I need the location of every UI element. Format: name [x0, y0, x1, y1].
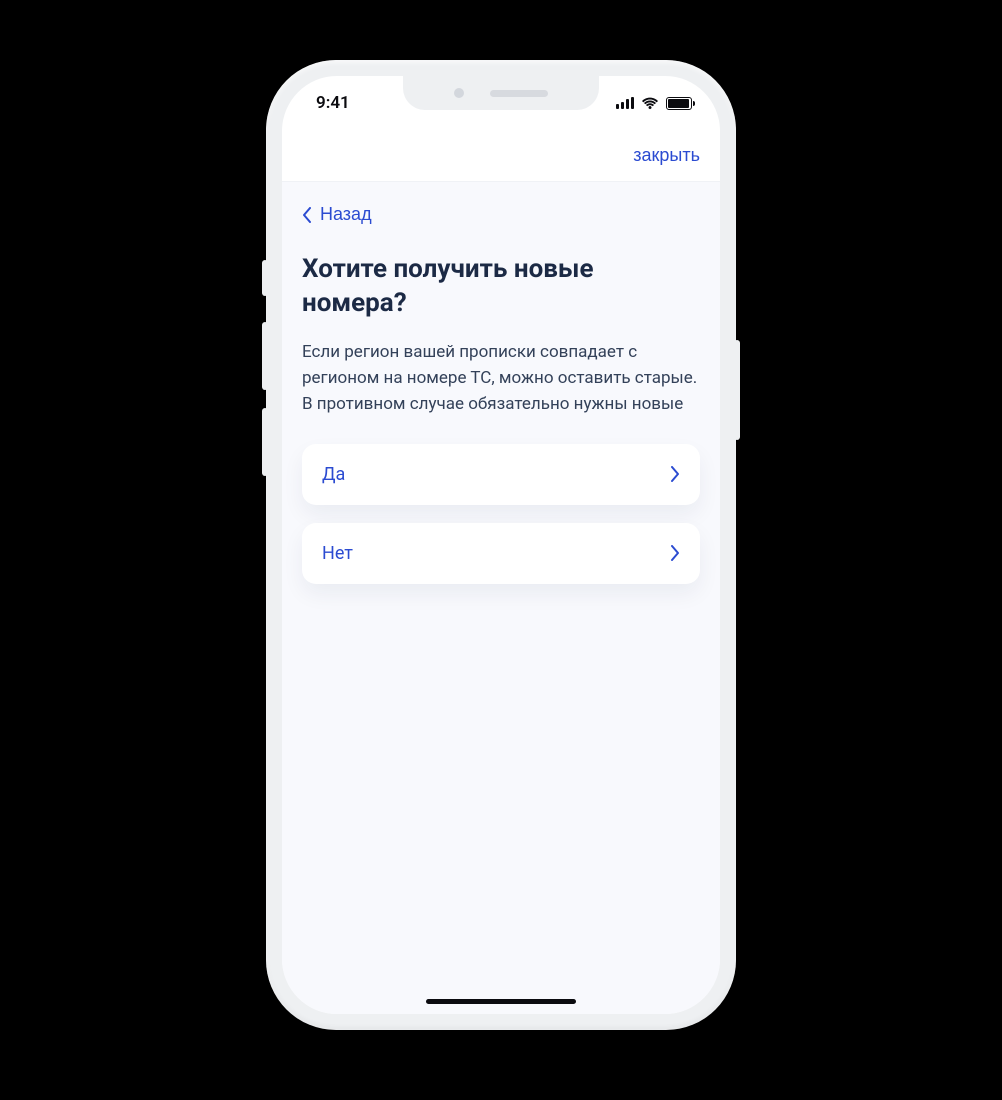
power-button — [734, 340, 740, 440]
status-time: 9:41 — [316, 93, 350, 113]
back-label: Назад — [320, 204, 372, 225]
cellular-signal-icon — [616, 97, 634, 109]
chevron-right-icon — [670, 466, 680, 482]
volume-up-button — [262, 322, 268, 390]
option-no[interactable]: Нет — [302, 523, 700, 584]
speaker-grille — [490, 90, 548, 97]
page-description: Если регион вашей прописки совпадает с р… — [302, 339, 700, 418]
notch — [403, 76, 599, 110]
status-right — [616, 97, 692, 110]
page-title: Хотите получить новые номера? — [302, 253, 700, 321]
chevron-left-icon — [302, 207, 312, 223]
stage: 9:41 закрыть — [0, 0, 1002, 1100]
wifi-icon — [641, 97, 659, 110]
volume-down-button — [262, 408, 268, 476]
option-yes[interactable]: Да — [302, 444, 700, 505]
content-area: Назад Хотите получить новые номера? Если… — [282, 182, 720, 1014]
close-button[interactable]: закрыть — [633, 145, 700, 166]
option-label: Нет — [322, 543, 353, 564]
battery-icon — [666, 97, 692, 110]
back-button[interactable]: Назад — [302, 200, 372, 243]
screen: 9:41 закрыть — [282, 76, 720, 1014]
option-label: Да — [322, 464, 345, 485]
front-camera — [454, 88, 464, 98]
chevron-right-icon — [670, 545, 680, 561]
phone-frame: 9:41 закрыть — [266, 60, 736, 1030]
home-indicator — [426, 999, 576, 1004]
mute-switch — [262, 260, 268, 296]
nav-bar: закрыть — [282, 130, 720, 182]
